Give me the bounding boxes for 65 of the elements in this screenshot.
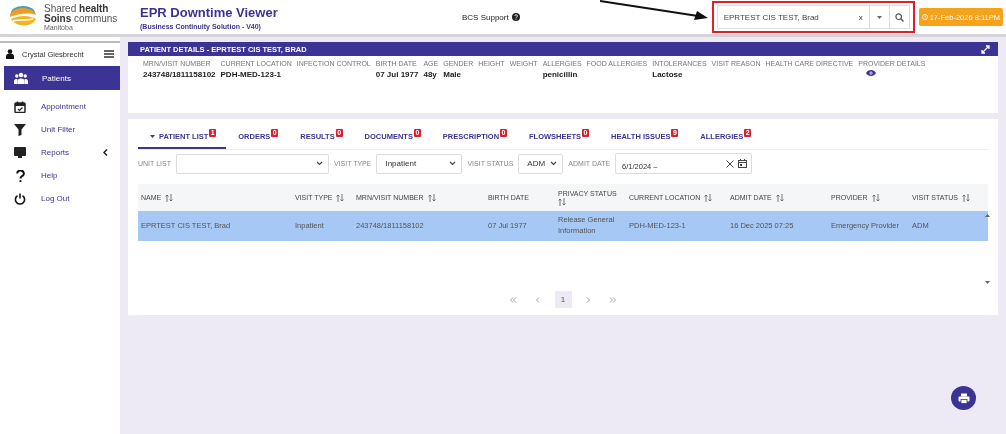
people-icon	[14, 72, 28, 84]
caret-icon	[150, 135, 155, 138]
search-icon	[894, 12, 904, 22]
nav-item[interactable]: Help	[0, 165, 120, 186]
nav-item[interactable]: Patients	[4, 66, 120, 90]
printer-icon	[957, 392, 970, 404]
chevron-icon	[449, 161, 457, 166]
help-icon	[511, 13, 520, 21]
visit-filter-select[interactable]: ADM	[518, 153, 564, 174]
field-value: 243748/1811158102	[143, 70, 216, 79]
chevron-icon	[315, 161, 323, 166]
chevron-icon	[534, 296, 542, 303]
report-icon	[14, 147, 26, 158]
field-value: Lactose	[652, 70, 684, 79]
support-link[interactable]: BCS Support	[462, 12, 509, 22]
field-value: Male	[443, 70, 463, 79]
chevron-icon	[509, 296, 517, 303]
nav-item[interactable]: Appointment	[0, 96, 120, 117]
scroll-down-icon[interactable]	[985, 281, 990, 284]
logo-text: Shared health	[44, 3, 110, 14]
nav-label: Log Out	[41, 194, 70, 203]
calendar-icon[interactable]	[738, 159, 748, 168]
logo-text: Soins communs	[44, 13, 118, 24]
eye-icon[interactable]	[866, 70, 877, 76]
caret-icon[interactable]	[876, 15, 882, 19]
chevron-icon	[584, 296, 592, 303]
chevron-icon	[550, 161, 558, 166]
field-value: PDH-MED-123-1	[220, 70, 282, 79]
clear-button[interactable]: x	[852, 12, 869, 22]
sort-icon[interactable]	[558, 197, 566, 206]
sort-icon[interactable]	[775, 193, 784, 202]
nav-label: Patients	[42, 73, 71, 83]
app-title: EPR Downtime Viewer	[140, 4, 279, 20]
filter-icon	[14, 123, 26, 136]
nav-label: Unit Filter	[41, 125, 76, 134]
question-icon	[15, 169, 25, 182]
sort-icon[interactable]	[165, 193, 174, 202]
nav-item[interactable]: Log Out	[0, 188, 120, 209]
visit-filter-select[interactable]: Inpatient	[376, 153, 463, 174]
sort-icon[interactable]	[961, 193, 970, 202]
calendar-icon	[14, 100, 26, 113]
menu-icon[interactable]	[104, 50, 114, 58]
nav-item[interactable]: Unit Filter	[0, 119, 120, 140]
sort-icon[interactable]	[704, 193, 713, 202]
clock-icon	[921, 14, 928, 20]
nav-label: Reports	[41, 148, 69, 157]
sort-icon[interactable]	[427, 193, 436, 202]
expand-icon[interactable]	[981, 44, 990, 54]
print-button[interactable]	[951, 386, 976, 410]
sort-icon[interactable]	[871, 193, 880, 202]
nav-item[interactable]: Reports	[0, 142, 120, 163]
chevron-icon[interactable]	[103, 149, 108, 156]
field-value: 48y	[423, 70, 438, 79]
field-value: penicillin	[542, 70, 579, 79]
nav-label: Help	[41, 171, 58, 180]
power-icon	[14, 192, 26, 205]
patient-search-field[interactable]: EPRTEST CIS TEST, Brad x	[716, 5, 910, 29]
sort-icon[interactable]	[336, 193, 345, 202]
user-icon	[6, 49, 14, 59]
nav-label: Appointment	[41, 102, 86, 111]
clear-icon[interactable]	[726, 159, 735, 168]
field-value: 07 Jul 1977	[375, 70, 419, 79]
chevron-icon	[609, 296, 617, 303]
scroll-up-icon[interactable]	[985, 214, 990, 217]
page-button[interactable]: 1	[554, 291, 572, 308]
